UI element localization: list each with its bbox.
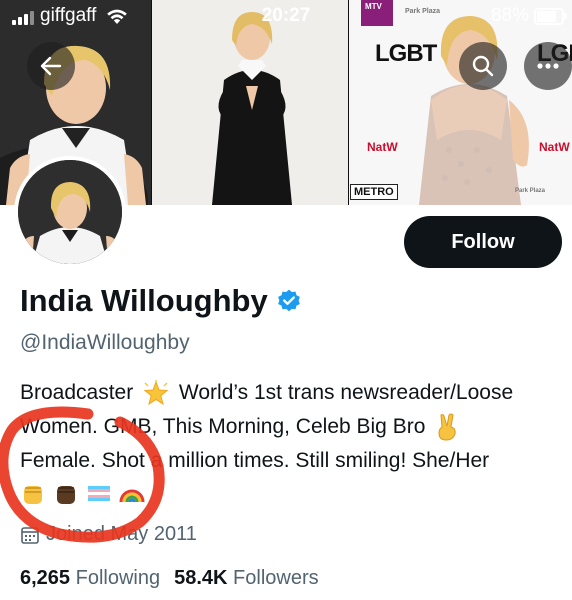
back-arrow-icon	[40, 56, 62, 76]
bio-text: Broadcaster	[20, 381, 134, 404]
joined-date: Joined May 2011	[20, 523, 197, 546]
status-bar: giffgaff 20:27 88%	[0, 0, 572, 34]
search-button[interactable]	[459, 42, 507, 90]
bio-line-3: Female. Shot a million times. Still smil…	[20, 449, 490, 472]
calendar-icon	[21, 526, 39, 544]
battery-icon	[534, 7, 567, 25]
bio-emoji-row	[20, 480, 145, 506]
banner-sponsor: NatW	[539, 140, 570, 154]
banner-sign: Park Plaza	[515, 188, 546, 194]
victory-hand-icon	[438, 413, 456, 441]
following-link[interactable]: 6,265 Following	[20, 567, 160, 590]
transgender-flag-icon	[88, 486, 110, 501]
raised-fist-dark-icon	[57, 486, 75, 504]
bio-text: Women. GMB, This Morning, Celeb Big Bro	[20, 415, 426, 438]
search-icon	[472, 55, 494, 77]
follow-button[interactable]: Follow	[404, 216, 562, 268]
profile-bio: Broadcaster World’s 1st trans newsreader…	[20, 376, 572, 478]
joined-text: Joined May 2011	[46, 523, 197, 545]
battery-percent: 88%	[490, 5, 529, 26]
bio-line-1: Broadcaster World’s 1st trans newsreader…	[20, 376, 572, 410]
verified-badge-icon	[277, 289, 300, 312]
back-button[interactable]	[27, 42, 75, 90]
bio-line-2: Women. GMB, This Morning, Celeb Big Bro	[20, 410, 572, 444]
clock: 20:27	[261, 5, 311, 26]
banner-sign: LGBT	[375, 40, 437, 67]
raised-fist-icon	[24, 486, 42, 504]
bio-text: World’s 1st trans newsreader/Loose	[178, 381, 514, 404]
profile-avatar[interactable]	[14, 156, 126, 268]
following-label: Following	[75, 567, 161, 589]
followers-label: Followers	[233, 567, 319, 589]
more-options-button[interactable]	[524, 42, 572, 90]
avatar-photo	[18, 160, 122, 264]
follow-stats: 6,265 Following 58.4K Followers	[20, 567, 319, 590]
following-count: 6,265	[20, 567, 71, 589]
glowing-star-icon	[143, 380, 169, 406]
rainbow-icon	[119, 489, 145, 503]
banner-metro-sign: METRO	[350, 184, 398, 200]
more-dots-icon	[537, 63, 559, 69]
followers-link[interactable]: 58.4K Followers	[174, 567, 319, 590]
profile-name-row: India Willoughby	[20, 283, 302, 319]
banner-sponsor: NatW	[367, 140, 398, 154]
followers-count: 58.4K	[174, 567, 228, 589]
user-handle: @IndiaWilloughby	[20, 331, 190, 354]
display-name: India Willoughby	[20, 283, 268, 318]
battery-status: 88%	[490, 5, 567, 27]
